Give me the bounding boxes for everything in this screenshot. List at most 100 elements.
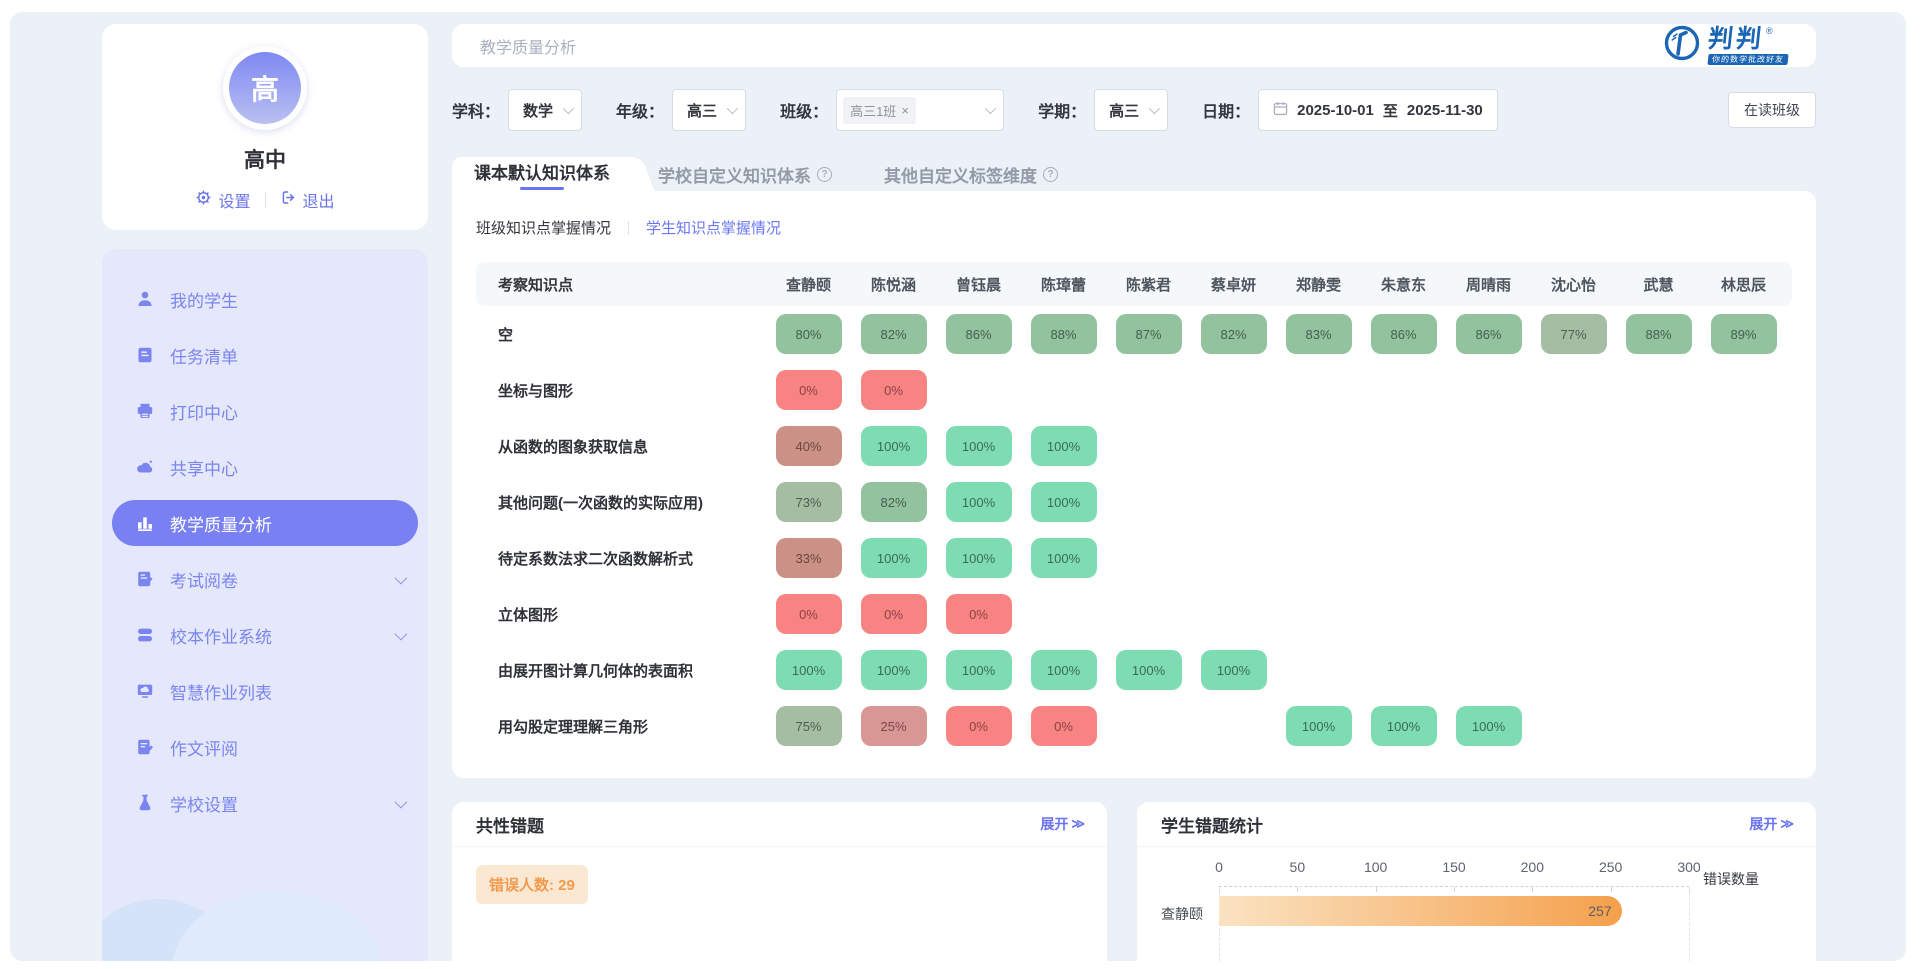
mastery-badge: 0% xyxy=(946,594,1012,634)
monitor-icon xyxy=(135,681,155,701)
subtab-1[interactable]: 学生知识点掌握情况 xyxy=(646,217,781,238)
mastery-cell: 0% xyxy=(766,370,851,410)
mastery-cell: 77% xyxy=(1531,314,1616,354)
mastery-cell: 100% xyxy=(1021,538,1106,578)
sidebar-item-4[interactable]: 教学质量分析 xyxy=(112,500,418,546)
subtabs: 班级知识点掌握情况 学生知识点掌握情况 xyxy=(476,217,1792,238)
essay-icon xyxy=(135,737,155,757)
mastery-badge: 100% xyxy=(946,482,1012,522)
mastery-badge: 0% xyxy=(861,594,927,634)
mastery-cell: 86% xyxy=(1446,314,1531,354)
remove-tag-icon[interactable]: × xyxy=(901,103,909,118)
mastery-badge: 0% xyxy=(861,370,927,410)
x-tick-label: 50 xyxy=(1290,859,1306,875)
main-content: 教学质量分析 判判 ® 你的数学批改好友 学科： 数学 xyxy=(452,24,1816,961)
table-row: 从函数的图象获取信息40%100%100%100% xyxy=(476,418,1792,474)
help-icon[interactable]: ? xyxy=(1043,167,1058,182)
mastery-badge: 82% xyxy=(1201,314,1267,354)
mastery-badge: 100% xyxy=(1031,650,1097,690)
mastery-badge: 100% xyxy=(861,650,927,690)
grade-label: 年级： xyxy=(616,98,664,122)
subtab-0[interactable]: 班级知识点掌握情况 xyxy=(476,217,611,238)
student-mistakes-title: 学生错题统计 xyxy=(1161,812,1263,837)
chevron-down-icon xyxy=(563,103,574,114)
tab-2[interactable]: 其他自定义标签维度? xyxy=(858,157,1084,191)
class-tag: 高三1班 × xyxy=(843,97,916,124)
expand-common-mistakes[interactable]: 展开≫ xyxy=(1040,814,1083,834)
student-column-header: 沈心怡 xyxy=(1531,274,1616,295)
sidebar: 高 高中 设置 退出 我的学生任务清单打印中心共享中心教学质量分析考试阅卷 xyxy=(102,24,428,961)
sidebar-item-1[interactable]: 任务清单 xyxy=(102,327,428,383)
logo-name: 判判 xyxy=(1707,27,1766,52)
class-multiselect[interactable]: 高三1班 × xyxy=(836,89,1004,131)
x-tick-label: 100 xyxy=(1364,859,1387,875)
mastery-cell: 100% xyxy=(1106,650,1191,690)
cloud-icon xyxy=(135,457,155,477)
mastery-badge: 25% xyxy=(861,706,927,746)
sidebar-item-2[interactable]: 打印中心 xyxy=(102,383,428,439)
mastery-badge: 88% xyxy=(1626,314,1692,354)
grade-select[interactable]: 高三 xyxy=(672,89,746,131)
sidebar-item-label: 任务清单 xyxy=(170,343,238,368)
student-column-header: 蔡卓妍 xyxy=(1191,274,1276,295)
sidebar-item-6[interactable]: 校本作业系统 xyxy=(102,607,428,663)
x-tick-label: 150 xyxy=(1442,859,1465,875)
expand-student-mistakes[interactable]: 展开≫ xyxy=(1749,814,1792,834)
mastery-cell: 0% xyxy=(766,594,851,634)
knowledge-point-label: 其他问题(一次函数的实际应用) xyxy=(476,492,766,513)
mastery-badge: 87% xyxy=(1116,314,1182,354)
mastery-cell: 25% xyxy=(851,706,936,746)
help-icon[interactable]: ? xyxy=(817,167,832,182)
student-column-header: 周晴雨 xyxy=(1446,274,1531,295)
student-column-header: 陈璋蕾 xyxy=(1021,274,1106,295)
mastery-cell: 100% xyxy=(936,482,1021,522)
tab-label: 学校自定义知识体系 xyxy=(658,162,811,187)
table-header: 考察知识点 查静颐陈悦涵曾钰晨陈璋蕾陈紫君蔡卓妍郑静雯朱意东周晴雨沈心怡武慧林思… xyxy=(476,262,1792,306)
logo-circle-icon xyxy=(1663,24,1701,67)
enrolled-class-button[interactable]: 在读班级 xyxy=(1728,92,1816,128)
term-select[interactable]: 高三 xyxy=(1094,89,1168,131)
sidebar-item-3[interactable]: 共享中心 xyxy=(102,439,428,495)
sidebar-item-label: 我的学生 xyxy=(170,287,238,312)
sidebar-item-7[interactable]: 智慧作业列表 xyxy=(102,663,428,719)
common-mistakes-title: 共性错题 xyxy=(476,812,544,837)
tab-1[interactable]: 学校自定义知识体系? xyxy=(632,157,858,191)
student-column-header: 朱意东 xyxy=(1361,274,1446,295)
x-tick-label: 300 xyxy=(1677,859,1700,875)
knowledge-point-label: 由展开图计算几何体的表面积 xyxy=(476,660,766,681)
settings-button[interactable]: 设置 xyxy=(195,188,250,212)
tick-mark xyxy=(1611,887,1612,892)
sidebar-item-9[interactable]: 学校设置 xyxy=(102,775,428,831)
sidebar-item-5[interactable]: 考试阅卷 xyxy=(102,551,428,607)
knowledge-point-label: 坐标与图形 xyxy=(476,380,766,401)
mastery-cell: 0% xyxy=(936,706,1021,746)
mastery-cell: 80% xyxy=(766,314,851,354)
sidebar-item-0[interactable]: 我的学生 xyxy=(102,271,428,327)
subject-select[interactable]: 数学 xyxy=(508,89,582,131)
tick-mark xyxy=(1532,887,1533,892)
logout-button[interactable]: 退出 xyxy=(280,188,335,212)
mastery-cell: 100% xyxy=(851,426,936,466)
mastery-cell: 0% xyxy=(851,594,936,634)
tick-mark xyxy=(1376,887,1377,892)
page-title: 教学质量分析 xyxy=(480,34,576,58)
mastery-cell: 82% xyxy=(851,482,936,522)
tab-0[interactable]: 课本默认知识体系 xyxy=(452,157,632,191)
bar-value-label: 257 xyxy=(1588,903,1611,919)
calendar-icon xyxy=(1273,101,1288,120)
sidebar-item-label: 校本作业系统 xyxy=(170,623,272,648)
mastery-cell: 33% xyxy=(766,538,851,578)
knowledge-point-label: 待定系数法求二次函数解析式 xyxy=(476,548,766,569)
knowledge-point-label: 从函数的图象获取信息 xyxy=(476,436,766,457)
grade-value: 高三 xyxy=(687,100,717,121)
gear-icon xyxy=(195,189,212,211)
avatar-text: 高 xyxy=(229,52,301,124)
sidebar-item-8[interactable]: 作文评阅 xyxy=(102,719,428,775)
date-range-picker[interactable]: 2025-10-01 至 2025-11-30 xyxy=(1258,89,1498,131)
books-icon xyxy=(135,625,155,645)
mastery-cell: 100% xyxy=(936,426,1021,466)
mastery-cell: 82% xyxy=(1191,314,1276,354)
x-tick-label: 0 xyxy=(1215,859,1223,875)
mastery-cell: 86% xyxy=(936,314,1021,354)
mastery-badge: 100% xyxy=(1031,482,1097,522)
